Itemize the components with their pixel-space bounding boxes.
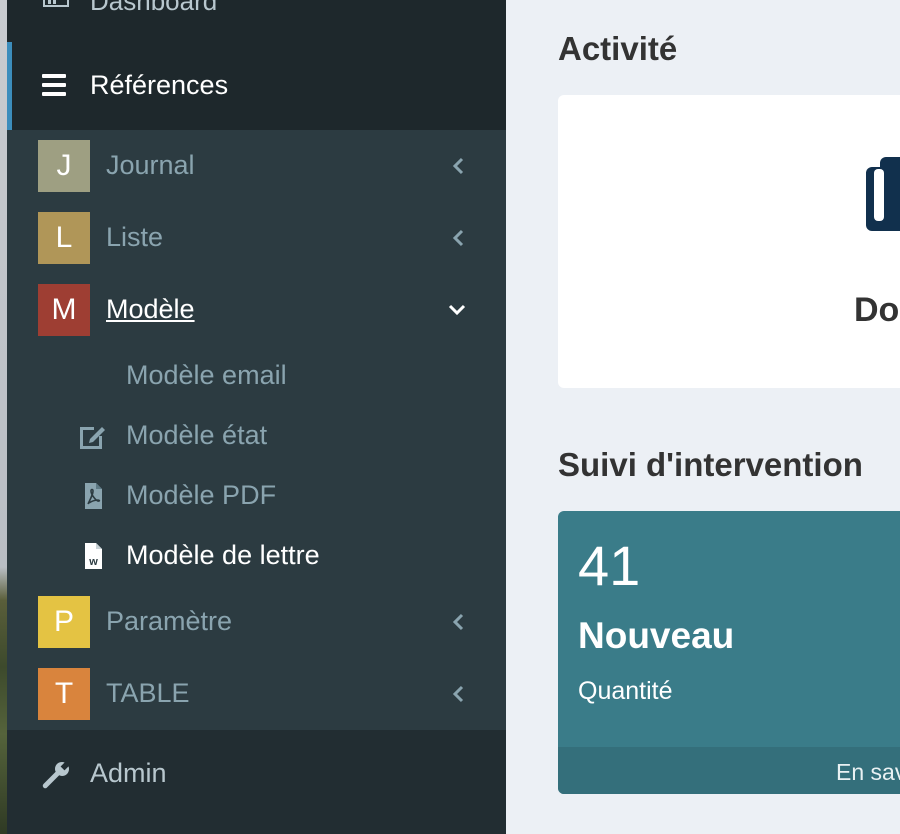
svg-text:w: w — [88, 556, 98, 568]
sidebar-item-label: TABLE — [106, 678, 190, 708]
chevron-down-icon — [448, 304, 466, 316]
background-photo-strip — [0, 0, 7, 834]
sidebar-item-dashboard[interactable]: Dashboard — [7, 0, 506, 42]
sidebar-item-label: Liste — [106, 222, 164, 252]
sidebar-item-journal[interactable]: J Journal — [7, 140, 506, 196]
sidebar-item-parametre[interactable]: P Paramètre — [7, 596, 506, 652]
sidebar: Dashboard Références J Journal L Liste M… — [7, 0, 506, 834]
references-tree: J Journal L Liste M Modèle Modèle email — [7, 130, 506, 730]
stat-value: 41 — [578, 534, 641, 597]
sidebar-item-references[interactable]: Références — [7, 42, 506, 130]
activity-title: Activité — [558, 30, 678, 67]
submenu-item-label: Modèle état — [126, 420, 268, 450]
file-word-icon: w — [85, 543, 102, 569]
letter-avatar: T — [38, 668, 90, 720]
sidebar-item-liste[interactable]: L Liste — [7, 212, 506, 268]
chevron-left-icon — [452, 685, 464, 703]
sidebar-item-label: Journal — [106, 150, 195, 180]
sidebar-item-table[interactable]: T TABLE — [7, 668, 506, 724]
letter-avatar: M — [38, 284, 90, 336]
chevron-left-icon — [452, 229, 464, 247]
sidebar-item-label: Dashboard — [90, 0, 218, 16]
submenu-item-modele-pdf[interactable]: Modèle PDF — [7, 472, 506, 520]
submenu-item-modele-etat[interactable]: Modèle état — [7, 412, 506, 460]
stat-subtitle: Quantité — [578, 677, 673, 705]
submenu-item-label: Modèle PDF — [126, 480, 277, 510]
stat-footer-link[interactable]: En sav — [558, 747, 900, 794]
activity-card-label: Do — [854, 291, 900, 329]
letter-avatar: L — [38, 212, 90, 264]
sidebar-item-label: Références — [90, 70, 229, 100]
activity-card[interactable]: Do — [558, 95, 900, 388]
bars-icon — [42, 74, 66, 96]
sidebar-item-label: Modèle — [106, 294, 195, 324]
letter-avatar: J — [38, 140, 90, 192]
main-content: Activité Do Suivi d'intervention 41 Nouv… — [506, 0, 900, 834]
chevron-left-icon — [452, 613, 464, 631]
letter-avatar: P — [38, 596, 90, 648]
edit-icon — [80, 427, 105, 449]
tracking-title: Suivi d'intervention — [558, 446, 863, 483]
sidebar-item-modele[interactable]: M Modèle — [7, 284, 506, 340]
stat-box-nouveau[interactable]: 41 Nouveau Quantité En sav — [558, 511, 900, 794]
wrench-icon — [42, 762, 69, 789]
file-pdf-icon — [85, 483, 102, 509]
dashboard-icon — [43, 0, 69, 7]
submenu-item-modele-lettre[interactable]: w Modèle de lettre — [7, 532, 506, 580]
submenu-item-modele-email[interactable]: Modèle email — [7, 352, 506, 400]
stat-footer-label: En sav — [836, 759, 900, 785]
sidebar-item-label: Paramètre — [106, 606, 233, 636]
sidebar-item-admin[interactable]: Admin — [7, 730, 506, 834]
copy-icon — [866, 157, 900, 231]
stat-title: Nouveau — [578, 615, 735, 656]
chevron-left-icon — [452, 157, 464, 175]
sidebar-item-label: Admin — [90, 758, 167, 788]
submenu-item-label: Modèle email — [126, 360, 287, 390]
submenu-item-label: Modèle de lettre — [126, 540, 320, 570]
